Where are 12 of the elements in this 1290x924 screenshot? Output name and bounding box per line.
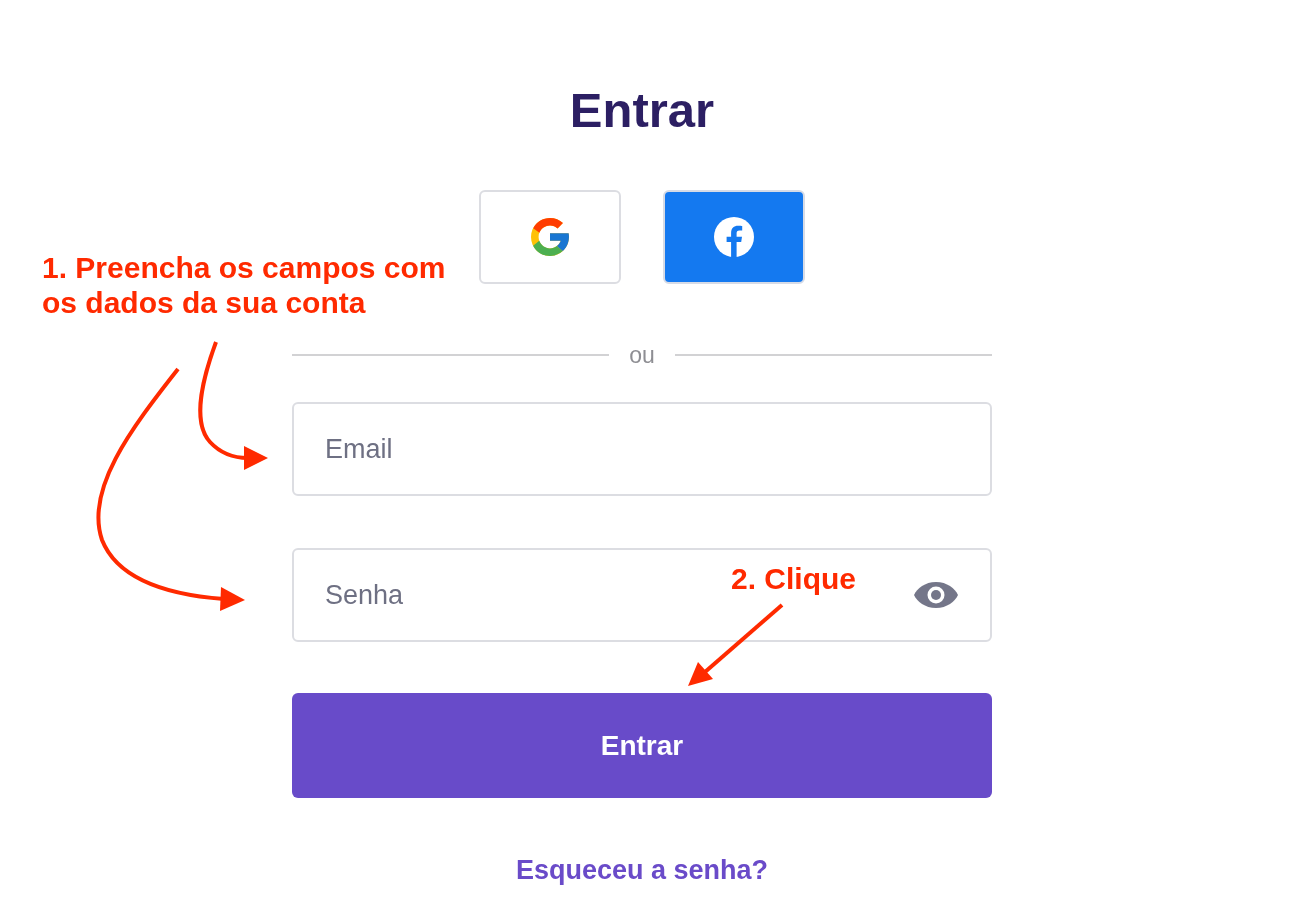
page-title: Entrar bbox=[569, 82, 715, 138]
email-field[interactable]: Email bbox=[292, 402, 992, 496]
forgot-password-link[interactable]: Esqueceu a senha? bbox=[515, 854, 769, 886]
facebook-login-button[interactable] bbox=[663, 190, 805, 284]
google-login-button[interactable] bbox=[479, 190, 621, 284]
submit-button[interactable]: Entrar bbox=[292, 693, 992, 798]
facebook-logo-icon bbox=[714, 217, 754, 257]
eye-icon[interactable] bbox=[914, 582, 958, 608]
annotation-text: 2. Clique bbox=[731, 561, 857, 596]
divider-label: ou bbox=[629, 341, 655, 369]
google-logo-icon bbox=[531, 218, 569, 256]
annotation-text: 1. Preencha os campos com os dados da sua conta bbox=[42, 250, 447, 320]
